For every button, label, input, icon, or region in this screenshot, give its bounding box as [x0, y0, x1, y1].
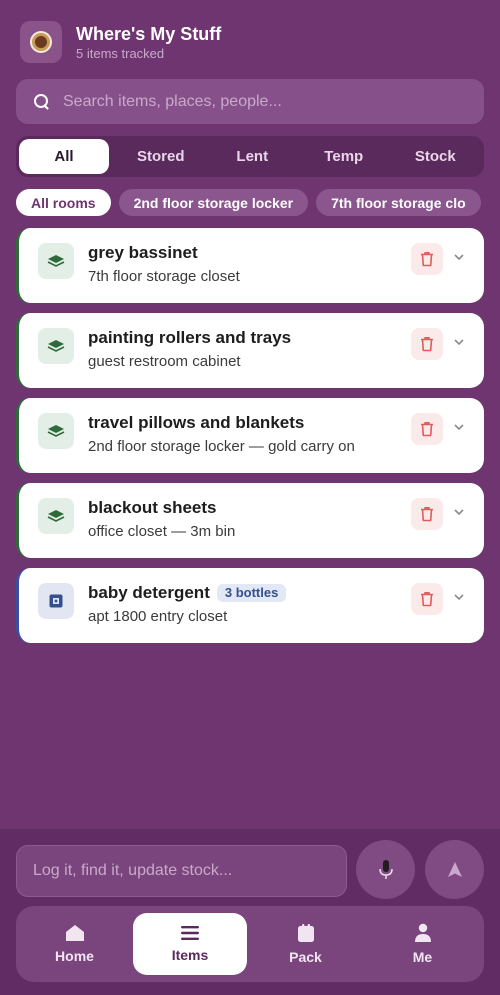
item-name-text: painting rollers and trays: [88, 328, 292, 347]
person-icon: [414, 923, 431, 942]
microphone-icon: [378, 859, 393, 879]
item-texts: blackout sheets office closet — 3m bin: [88, 498, 235, 541]
send-arrow-icon: [447, 861, 462, 877]
nav-pack-label: Pack: [289, 949, 322, 965]
home-icon: [65, 925, 84, 941]
box-icon: [38, 583, 74, 619]
item-name-text: blackout sheets: [88, 498, 217, 517]
nav-items-label: Items: [171, 947, 209, 963]
trash-icon: [421, 337, 433, 352]
mic-button[interactable]: [356, 840, 415, 899]
chevron-down-icon[interactable]: [454, 507, 464, 517]
list-item[interactable]: blackout sheets office closet — 3m bin: [16, 483, 484, 558]
list-item[interactable]: grey bassinet 7th floor storage closet: [16, 228, 484, 303]
bottom-navigation: Home Items Pack Me: [16, 906, 484, 982]
item-texts: baby detergent 3 bottles apt 1800 entry …: [88, 583, 287, 626]
chip-2nd-floor-storage-locker[interactable]: 2nd floor storage locker: [118, 189, 309, 216]
delete-button[interactable]: [411, 583, 443, 615]
search-bar[interactable]: [16, 79, 484, 124]
list-item[interactable]: painting rollers and trays guest restroo…: [16, 313, 484, 388]
item-name: grey bassinet: [88, 243, 240, 263]
type-filter-tabs: All Stored Lent Temp Stock: [16, 136, 484, 177]
app-logo-icon: [20, 21, 62, 63]
item-name: baby detergent 3 bottles: [88, 583, 287, 603]
delete-button[interactable]: [411, 243, 443, 275]
trash-icon: [421, 592, 433, 607]
list-item[interactable]: baby detergent 3 bottles apt 1800 entry …: [16, 568, 484, 643]
item-location: guest restroom cabinet: [88, 353, 241, 370]
chip-all-rooms[interactable]: All rooms: [16, 189, 111, 216]
header-text: Where's My Stuff 5 items tracked: [76, 24, 221, 61]
bag-icon: [297, 924, 314, 942]
item-name-text: baby detergent: [88, 583, 210, 602]
item-location: office closet — 3m bin: [88, 523, 236, 540]
delete-button[interactable]: [411, 413, 443, 445]
nav-home-label: Home: [55, 948, 94, 964]
trash-icon: [421, 422, 433, 437]
nav-items[interactable]: Items: [133, 913, 247, 975]
chevron-down-icon[interactable]: [454, 252, 464, 262]
chip-7th-floor-storage-closet[interactable]: 7th floor storage clo: [316, 189, 481, 216]
nav-home[interactable]: Home: [16, 913, 133, 975]
search-icon: [34, 93, 50, 110]
item-texts: travel pillows and blankets 2nd floor st…: [88, 413, 355, 456]
quantity-badge: 3 bottles: [216, 584, 287, 602]
layers-icon: [38, 498, 74, 534]
app-root: Where's My Stuff 5 items tracked All Sto…: [0, 0, 500, 995]
room-filter-chips: All rooms 2nd floor storage locker 7th f…: [16, 189, 484, 216]
tab-stock[interactable]: Stock: [390, 139, 482, 174]
delete-button[interactable]: [411, 328, 443, 360]
item-location: 2nd floor storage locker — gold carry on: [88, 438, 355, 455]
item-name-text: travel pillows and blankets: [88, 413, 305, 432]
chevron-down-icon[interactable]: [454, 592, 464, 602]
app-title: Where's My Stuff: [76, 23, 222, 44]
composer-input[interactable]: [33, 862, 333, 880]
delete-button[interactable]: [411, 498, 443, 530]
nav-me-label: Me: [412, 949, 433, 965]
layers-icon: [38, 413, 74, 449]
item-texts: grey bassinet 7th floor storage closet: [88, 243, 240, 286]
items-tracked-count: 5 items tracked: [76, 45, 165, 61]
send-button[interactable]: [425, 840, 484, 899]
chevron-down-icon[interactable]: [454, 422, 464, 432]
tab-temp[interactable]: Temp: [298, 139, 390, 174]
list-icon: [181, 926, 199, 940]
item-list: grey bassinet 7th floor storage closet p…: [16, 228, 484, 653]
item-name-text: grey bassinet: [88, 243, 198, 262]
trash-icon: [421, 507, 433, 522]
nav-pack[interactable]: Pack: [247, 913, 364, 975]
item-name: travel pillows and blankets: [88, 413, 355, 433]
composer-box[interactable]: [16, 845, 347, 897]
app-header: Where's My Stuff 5 items tracked: [20, 21, 221, 63]
tab-lent[interactable]: Lent: [207, 139, 299, 174]
layers-icon: [38, 243, 74, 279]
nav-me[interactable]: Me: [364, 913, 481, 975]
layers-icon: [38, 328, 74, 364]
tab-stored[interactable]: Stored: [115, 139, 207, 174]
item-name: blackout sheets: [88, 498, 235, 518]
search-input[interactable]: [63, 92, 463, 111]
list-item[interactable]: travel pillows and blankets 2nd floor st…: [16, 398, 484, 473]
tab-all[interactable]: All: [19, 139, 109, 174]
trash-icon: [421, 252, 433, 267]
item-name: painting rollers and trays: [88, 328, 291, 348]
chevron-down-icon[interactable]: [454, 337, 464, 347]
item-location: apt 1800 entry closet: [88, 608, 228, 625]
item-location: 7th floor storage closet: [88, 268, 240, 285]
item-texts: painting rollers and trays guest restroo…: [88, 328, 291, 371]
